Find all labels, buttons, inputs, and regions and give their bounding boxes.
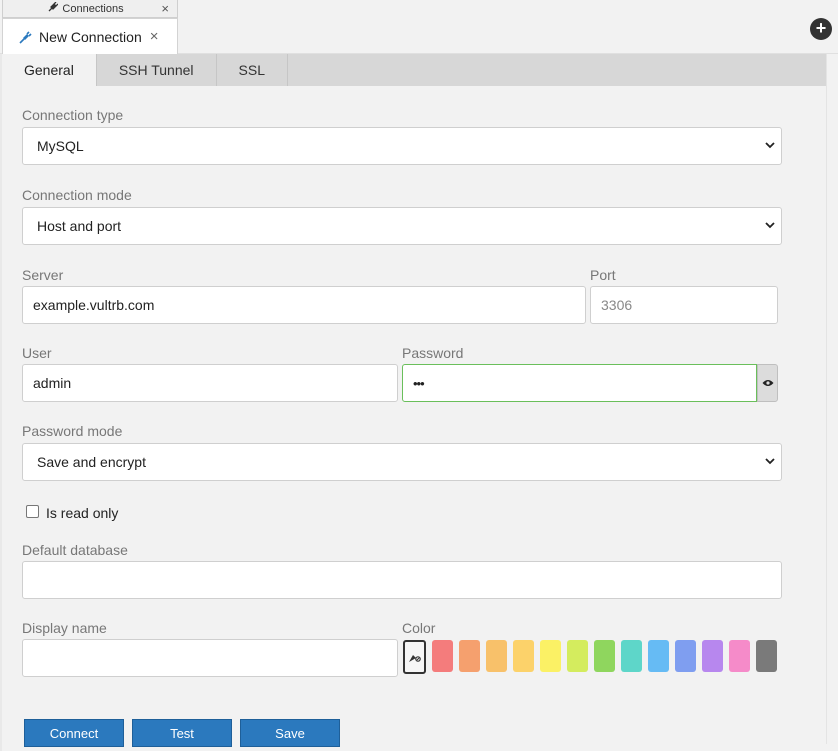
connection-type-select[interactable]: MySQL <box>22 127 782 165</box>
tab-strip: Connections × New Connection × + <box>0 0 838 54</box>
tab-connections-label: Connections <box>62 2 124 15</box>
color-swatch[interactable] <box>540 640 561 672</box>
user-value: admin <box>33 375 72 391</box>
test-button[interactable]: Test <box>132 719 232 747</box>
password-label: Password <box>402 345 464 361</box>
save-button[interactable]: Save <box>240 719 340 747</box>
password-mode-value: Save and encrypt <box>37 454 146 470</box>
close-icon[interactable]: × <box>150 28 159 45</box>
connection-type-label: Connection type <box>22 107 124 123</box>
color-swatch[interactable] <box>702 640 723 672</box>
default-database-label: Default database <box>22 542 128 558</box>
password-mode-select[interactable]: Save and encrypt <box>22 443 782 481</box>
connection-mode-select[interactable]: Host and port <box>22 207 782 245</box>
settings-tab-bar: General SSH Tunnel SSL <box>2 54 826 86</box>
display-name-label: Display name <box>22 620 107 636</box>
app-window: Connections × New Connection × + General… <box>0 0 838 751</box>
color-picker-button[interactable] <box>403 640 426 674</box>
color-swatch[interactable] <box>621 640 642 672</box>
color-picker-icon <box>409 654 421 662</box>
tab-new-connection[interactable]: New Connection × <box>2 18 178 54</box>
server-value: example.vultrb.com <box>33 297 155 313</box>
add-tab-button[interactable]: + <box>810 18 832 40</box>
port-input[interactable]: 3306 <box>590 286 778 324</box>
window-border <box>0 54 2 751</box>
chevron-down-icon <box>765 142 775 149</box>
color-swatch[interactable] <box>648 640 669 672</box>
connection-mode-value: Host and port <box>37 218 122 234</box>
plug-icon <box>19 30 33 44</box>
color-swatch[interactable] <box>513 640 534 672</box>
color-swatch[interactable] <box>432 640 453 672</box>
connection-type-value: MySQL <box>37 138 84 154</box>
tab-ssh-tunnel[interactable]: SSH Tunnel <box>97 54 217 86</box>
server-input[interactable]: example.vultrb.com <box>22 286 586 324</box>
color-label: Color <box>402 620 436 636</box>
color-swatch[interactable] <box>486 640 507 672</box>
color-swatch[interactable] <box>675 640 696 672</box>
default-database-input[interactable] <box>22 561 782 599</box>
color-swatch[interactable] <box>756 640 777 672</box>
tab-ssl[interactable]: SSL <box>217 54 288 86</box>
password-mode-label: Password mode <box>22 423 123 439</box>
close-icon[interactable]: × <box>161 1 169 16</box>
color-swatch[interactable] <box>594 640 615 672</box>
color-swatch[interactable] <box>567 640 588 672</box>
eye-icon <box>762 380 773 386</box>
chevron-down-icon <box>765 222 775 229</box>
password-input[interactable]: ••• <box>402 364 757 402</box>
show-password-button[interactable] <box>757 364 778 402</box>
user-input[interactable]: admin <box>22 364 398 402</box>
read-only-checkbox[interactable] <box>26 505 39 518</box>
port-placeholder: 3306 <box>601 297 633 313</box>
vertical-scrollbar[interactable] <box>826 54 838 744</box>
tab-general[interactable]: General <box>2 54 97 86</box>
color-swatch[interactable] <box>729 640 750 672</box>
plug-icon <box>48 1 59 15</box>
tab-connections[interactable]: Connections × <box>2 0 178 18</box>
port-label: Port <box>590 267 616 283</box>
color-swatches <box>403 640 777 674</box>
password-value: ••• <box>413 375 425 391</box>
scrollbar-thumb[interactable] <box>829 54 836 744</box>
chevron-down-icon <box>765 458 775 465</box>
connect-button[interactable]: Connect <box>24 719 124 747</box>
connection-mode-label: Connection mode <box>22 187 132 203</box>
tab-new-connection-label: New Connection <box>39 28 142 45</box>
display-name-input[interactable] <box>22 639 398 677</box>
user-label: User <box>22 345 52 361</box>
read-only-label[interactable]: Is read only <box>46 505 118 521</box>
server-label: Server <box>22 267 64 283</box>
color-swatch[interactable] <box>459 640 480 672</box>
